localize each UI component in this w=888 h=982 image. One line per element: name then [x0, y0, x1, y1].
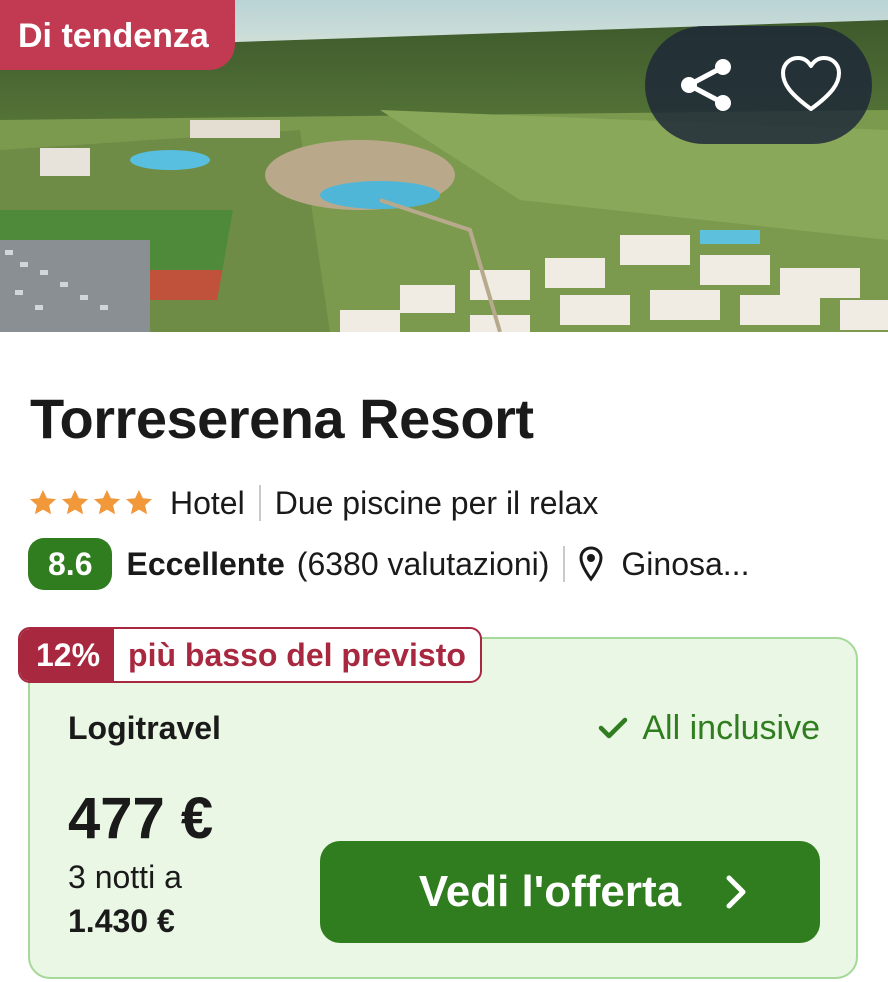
star-icon — [62, 489, 88, 515]
star-icon — [30, 489, 56, 515]
share-button[interactable] — [675, 53, 739, 117]
heart-icon — [781, 56, 841, 111]
hotel-photo[interactable]: Di tendenza — [0, 0, 888, 332]
chevron-right-icon — [726, 875, 746, 909]
rating-row: 8.6 Eccellente (6380 valutazioni) Ginosa… — [28, 538, 749, 590]
star-icon — [94, 489, 120, 515]
board-type: All inclusive — [598, 706, 820, 750]
photo-actions — [645, 26, 872, 144]
trending-badge: Di tendenza — [0, 0, 235, 70]
location-text[interactable]: Ginosa... — [621, 546, 749, 583]
provider-name: Logitravel — [68, 710, 221, 746]
favorite-button[interactable] — [779, 53, 843, 117]
hotel-info-row: Hotel Due piscine per il relax — [28, 478, 598, 528]
hotel-type: Hotel — [170, 484, 245, 521]
divider — [258, 485, 261, 521]
star-rating — [28, 488, 154, 518]
nightly-price: 477 € — [68, 786, 214, 851]
review-count[interactable]: (6380 valutazioni) — [297, 546, 550, 583]
price-comparison-badge: 12% più basso del previsto — [18, 627, 482, 683]
hotel-tagline: Due piscine per il relax — [274, 484, 599, 521]
total-price: 1.430 € — [68, 903, 175, 939]
view-offer-label: Vedi l'offerta — [418, 867, 682, 916]
location-pin-icon — [579, 546, 603, 582]
hotel-name[interactable]: Torreserena Resort — [30, 384, 534, 454]
discount-text: più basso del previsto — [128, 637, 466, 673]
rating-label: Eccellente — [126, 545, 285, 582]
share-icon — [681, 59, 731, 111]
check-icon — [599, 717, 628, 739]
view-offer-button[interactable]: Vedi l'offerta — [320, 841, 820, 943]
divider — [563, 546, 566, 582]
nights-label: 3 notti a — [68, 859, 182, 895]
star-icon — [126, 489, 152, 515]
board-label: All inclusive — [642, 709, 820, 747]
score-badge: 8.6 — [28, 538, 113, 590]
discount-percent: 12% — [20, 629, 115, 681]
